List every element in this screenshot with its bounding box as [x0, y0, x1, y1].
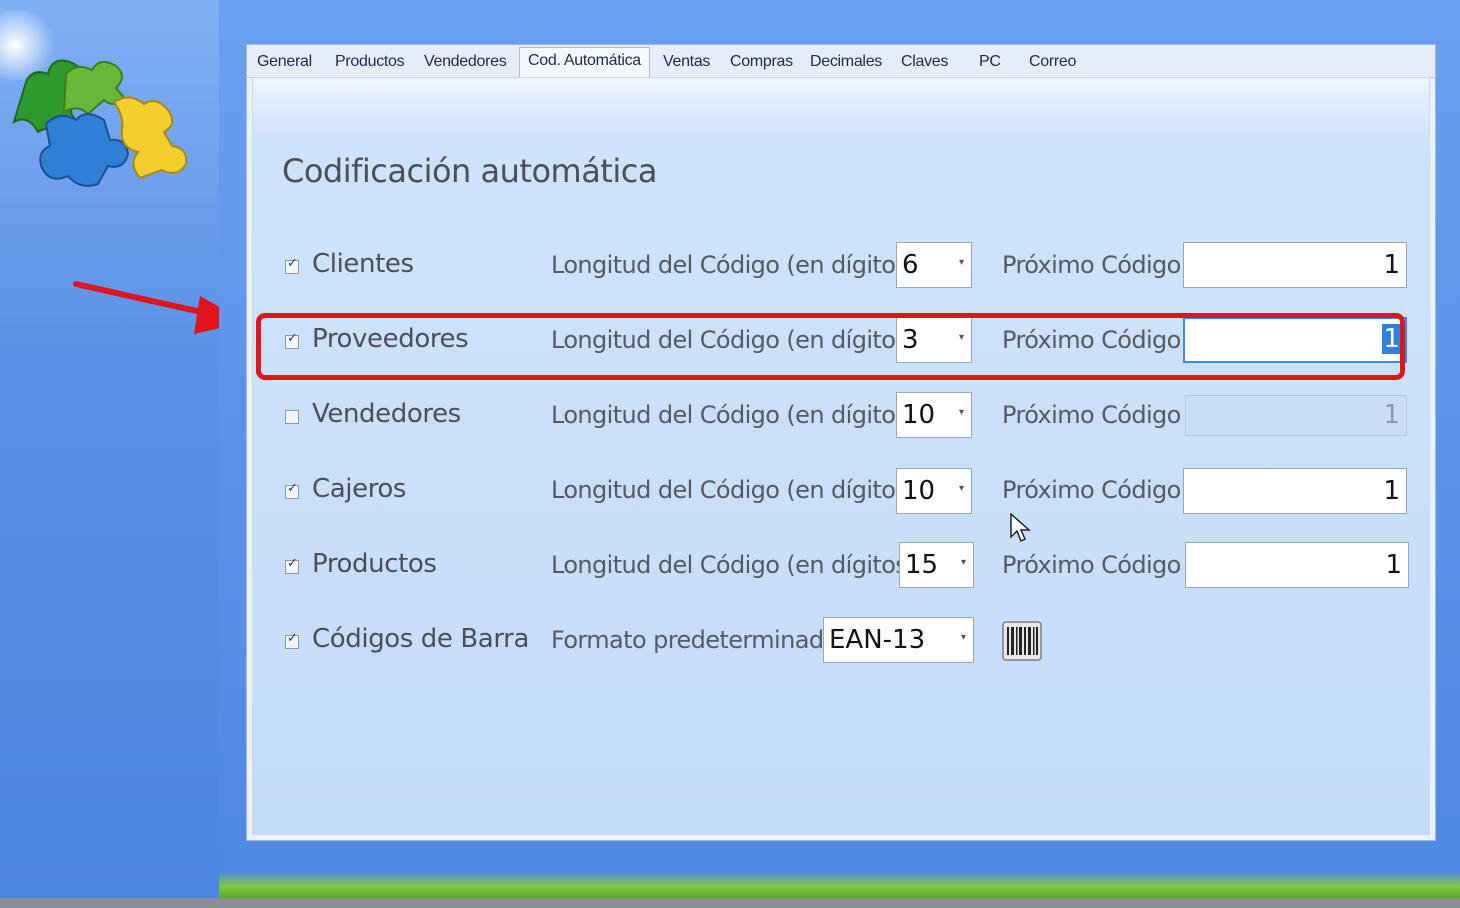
vendedores-length-label: Longitud del Código (en dígitos): [551, 401, 917, 429]
codigos-barra-checkbox[interactable]: ✓: [285, 631, 299, 649]
clientes-next-value: 1: [1383, 250, 1400, 280]
tab-ventas[interactable]: Ventas: [663, 53, 710, 71]
productos-label: Productos: [312, 549, 437, 579]
clientes-next-field[interactable]: 1: [1183, 242, 1407, 288]
productos-next-label: Próximo Código: [1002, 551, 1181, 579]
codigos-barra-label: Códigos de Barra: [312, 624, 529, 654]
check-icon: ✓: [287, 256, 298, 271]
formato-label: Formato predeterminado: [551, 626, 838, 654]
cajeros-length-label: Longitud del Código (en dígitos): [551, 476, 917, 504]
clientes-length-value: 6: [902, 250, 919, 280]
productos-next-value: 1: [1385, 550, 1402, 580]
chevron-down-icon: ▾: [958, 257, 964, 268]
cajeros-label: Cajeros: [312, 474, 407, 504]
barcode-format-combo[interactable]: EAN-13 ▾: [823, 617, 974, 663]
productos-next-field[interactable]: 1: [1185, 542, 1409, 588]
tab-correo[interactable]: Correo: [1029, 53, 1076, 71]
vendedores-length-combo[interactable]: 10 ▾: [896, 392, 972, 438]
bottom-bar: [0, 898, 1460, 908]
productos-checkbox[interactable]: ✓: [285, 556, 299, 574]
chevron-down-icon: ▾: [958, 407, 964, 418]
barcode-icon[interactable]: [1001, 620, 1045, 664]
clientes-label: Clientes: [312, 249, 414, 279]
vendedores-label: Vendedores: [312, 399, 461, 429]
puzzle-logo-icon: [12, 59, 188, 187]
chevron-down-icon: ▾: [958, 483, 964, 494]
tab-vendedores[interactable]: Vendedores: [424, 53, 507, 71]
cajeros-length-value: 10: [902, 476, 936, 506]
clientes-checkbox[interactable]: ✓: [285, 256, 299, 274]
clientes-next-label: Próximo Código: [1002, 251, 1181, 279]
cajeros-next-label: Próximo Código: [1002, 476, 1181, 504]
tab-productos[interactable]: Productos: [335, 53, 405, 71]
productos-length-combo[interactable]: 15 ▾: [899, 542, 974, 588]
barcode-format-value: EAN-13: [829, 625, 926, 655]
grass-decoration: [219, 872, 1460, 898]
cajeros-next-value: 1: [1383, 476, 1400, 506]
tab-compras[interactable]: Compras: [730, 53, 793, 71]
check-icon: ✓: [287, 481, 298, 496]
productos-length-label: Longitud del Código (en dígitos): [551, 551, 917, 579]
page-title: Codificación automática: [282, 152, 657, 190]
check-icon: ✓: [287, 631, 298, 646]
tab-pc[interactable]: PC: [979, 53, 1001, 71]
vendedores-next-label: Próximo Código: [1002, 401, 1181, 429]
mouse-pointer-icon: [1010, 513, 1031, 543]
cajeros-checkbox[interactable]: ✓: [285, 481, 299, 499]
vendedores-next-field: 1: [1185, 395, 1407, 436]
tab-claves[interactable]: Claves: [901, 53, 948, 71]
tab-strip: General Productos Vendedores Cod. Automá…: [247, 45, 1435, 78]
vendedores-length-value: 10: [902, 400, 936, 430]
left-side-panel: [0, 0, 246, 898]
productos-length-value: 15: [905, 550, 939, 580]
highlight-annotation: [256, 313, 1405, 380]
chevron-down-icon: ▾: [960, 632, 966, 643]
cajeros-next-field[interactable]: 1: [1183, 468, 1407, 514]
check-icon: ✓: [287, 556, 298, 571]
clientes-length-combo[interactable]: 6 ▾: [896, 242, 972, 288]
clientes-length-label: Longitud del Código (en dígitos): [551, 251, 917, 279]
tab-cod-automatica[interactable]: Cod. Automática: [519, 47, 650, 77]
tab-decimales[interactable]: Decimales: [810, 53, 882, 71]
chevron-down-icon: ▾: [960, 557, 966, 568]
vendedores-next-value: 1: [1383, 400, 1400, 430]
cajeros-length-combo[interactable]: 10 ▾: [896, 468, 972, 514]
vendedores-checkbox[interactable]: [285, 410, 299, 424]
tab-general[interactable]: General: [257, 53, 312, 71]
tab-content-panel: [252, 77, 1430, 835]
